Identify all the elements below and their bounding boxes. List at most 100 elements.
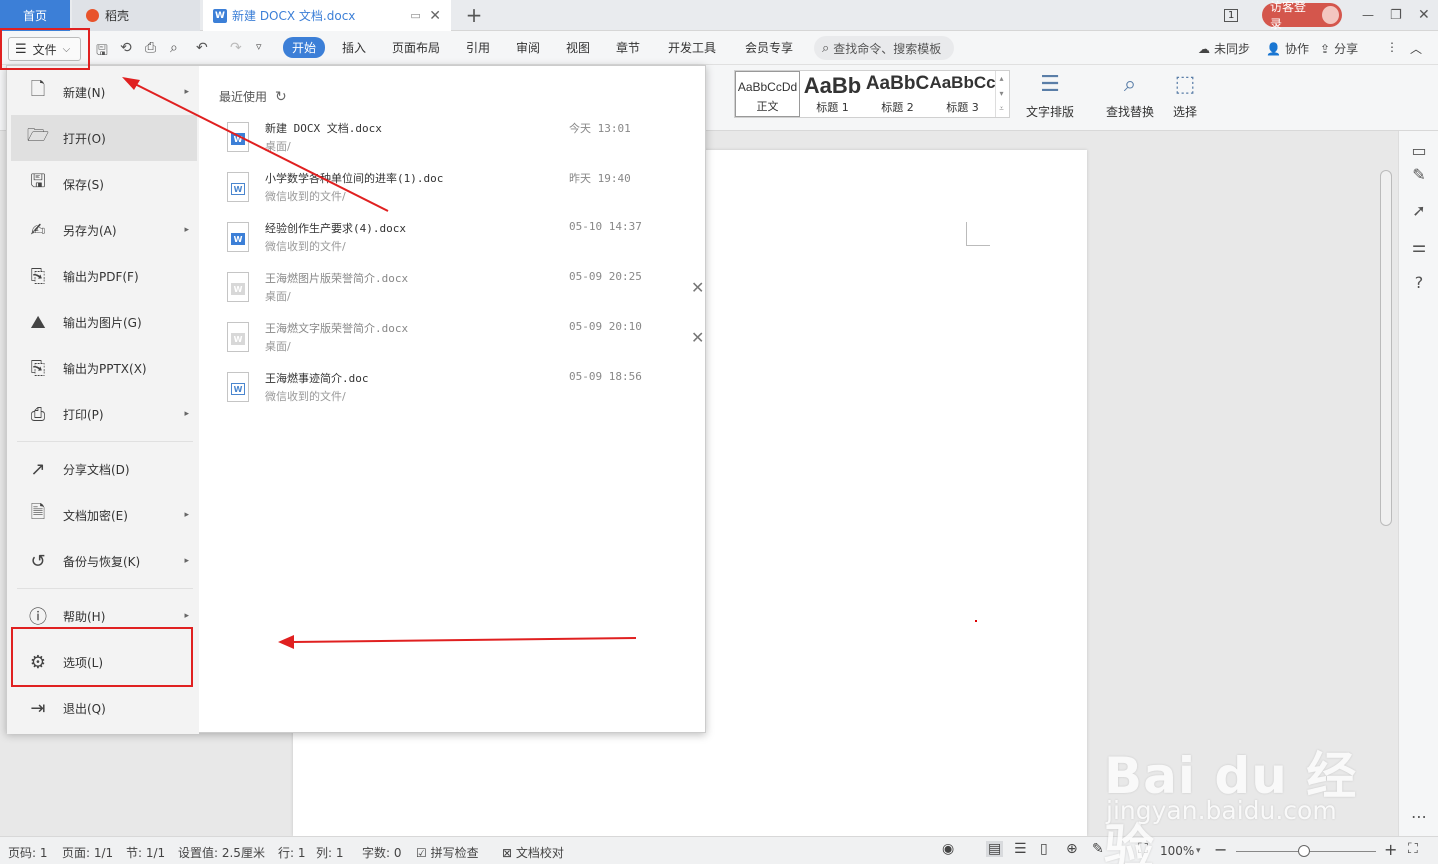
redo-icon[interactable]: ↷ bbox=[230, 40, 242, 56]
tab-close-button[interactable]: ✕ bbox=[429, 8, 441, 24]
tab-daoke[interactable]: 稻壳 bbox=[72, 0, 200, 31]
close-window-button[interactable]: ✕ bbox=[1418, 0, 1434, 30]
style-heading-2[interactable]: AaBbC 标题 2 bbox=[865, 71, 930, 117]
find-replace-button[interactable]: ⌕ 查找替换 bbox=[1106, 71, 1154, 120]
recent-file-item[interactable]: W 王海燃文字版荣誉简介.docx 桌面/ 05-09 20:10 ✕ bbox=[223, 316, 704, 362]
print-preview-icon[interactable]: ⌕ bbox=[170, 40, 178, 56]
restore-button[interactable]: ❐ bbox=[1390, 0, 1406, 30]
tab-developer[interactable]: 开发工具 bbox=[668, 39, 716, 56]
monitor-icon[interactable]: ▭ bbox=[410, 9, 420, 22]
pointer-icon[interactable]: ➚ bbox=[1409, 201, 1429, 220]
status-section[interactable]: 节: 1/1 bbox=[126, 844, 165, 861]
pen-icon[interactable]: ✎ bbox=[1409, 165, 1429, 184]
recent-file-item[interactable]: W 王海燃事迹简介.doc 微信收到的文件/ 05-09 18:56 bbox=[223, 366, 701, 412]
select-button[interactable]: ⬚ 选择 bbox=[1173, 71, 1197, 120]
new-doc-icon: 🗋 bbox=[30, 79, 46, 100]
status-col[interactable]: 列: 1 bbox=[316, 844, 344, 861]
command-search-input[interactable]: ⌕ 查找命令、搜索模板 bbox=[814, 36, 954, 60]
reading-view-icon[interactable]: ▯ bbox=[1040, 841, 1048, 857]
styles-scroll[interactable]: ▴ ▾ ⩡ bbox=[995, 71, 1007, 117]
menu-item-share-doc[interactable]: ↗ 分享文档(D) bbox=[11, 446, 197, 492]
menu-item-save[interactable]: 🖫 保存(S) bbox=[11, 161, 197, 207]
spell-check-button[interactable]: ☑ 拼写检查 bbox=[416, 844, 479, 861]
new-tab-button[interactable]: + bbox=[462, 4, 486, 26]
scrollbar-thumb[interactable] bbox=[1380, 170, 1392, 526]
outline-view-icon[interactable]: ☰ bbox=[1014, 841, 1027, 857]
menu-item-open[interactable]: 🗁 打开(O) bbox=[11, 115, 197, 161]
word-file-icon: W bbox=[227, 372, 249, 402]
quick-print-icon[interactable]: ⎙ bbox=[145, 40, 156, 56]
menu-item-encrypt[interactable]: 🗎 文档加密(E) ▸ bbox=[11, 492, 197, 538]
style-heading-2-sample: AaBbC bbox=[865, 73, 930, 94]
style-heading-3[interactable]: AaBbCc 标题 3 bbox=[930, 71, 995, 117]
remove-recent-button[interactable]: ✕ bbox=[691, 278, 704, 297]
menu-item-print[interactable]: ⎙ 打印(P) ▸ bbox=[11, 391, 197, 437]
tab-view[interactable]: 视图 bbox=[566, 39, 590, 56]
undo-icon[interactable]: ↶ bbox=[196, 40, 208, 56]
minimize-button[interactable]: — bbox=[1362, 0, 1378, 30]
tab-start[interactable]: 开始 bbox=[283, 37, 326, 58]
recent-file-item[interactable]: W 小学数学各种单位间的进率(1).doc 微信收到的文件/ 昨天 19:40 bbox=[223, 166, 701, 212]
tab-member[interactable]: 会员专享 bbox=[745, 39, 793, 56]
page-count-indicator[interactable]: 1 bbox=[1224, 0, 1246, 30]
menu-item-label: 输出为PDF(F) bbox=[63, 269, 139, 284]
more-options-icon[interactable]: ⋮ bbox=[1386, 40, 1398, 54]
menu-item-label: 备份与恢复(K) bbox=[63, 554, 141, 569]
recent-file-name: 王海燃图片版荣誉简介.docx bbox=[265, 272, 409, 285]
tab-document[interactable]: W 新建 DOCX 文档.docx ▭ ✕ bbox=[203, 0, 451, 31]
tab-review[interactable]: 审阅 bbox=[516, 39, 540, 56]
vertical-scrollbar[interactable] bbox=[1378, 134, 1394, 834]
tab-chapter[interactable]: 章节 bbox=[616, 39, 640, 56]
status-setting[interactable]: 设置值: 2.5厘米 bbox=[178, 844, 265, 861]
writing-view-icon[interactable]: ✎ bbox=[1092, 841, 1104, 857]
style-heading-1[interactable]: AaBb 标题 1 bbox=[800, 71, 865, 117]
page-view-icon[interactable]: ▤ bbox=[986, 841, 1004, 857]
quick-save-icon[interactable]: 🖫 bbox=[96, 40, 108, 64]
scroll-down-icon[interactable]: ▾ bbox=[999, 89, 1003, 98]
menu-item-export-pdf[interactable]: ⎘ 输出为PDF(F) bbox=[11, 253, 197, 299]
tab-references[interactable]: 引用 bbox=[466, 39, 490, 56]
style-normal[interactable]: AaBbCcDd 正文 bbox=[735, 71, 800, 117]
zoom-in-button[interactable]: + bbox=[1384, 840, 1397, 859]
menu-item-exit[interactable]: ⇥ 退出(Q) bbox=[11, 685, 197, 731]
eye-icon[interactable]: ◉ bbox=[942, 841, 954, 857]
submenu-arrow-icon: ▸ bbox=[184, 611, 189, 621]
menu-item-save-as[interactable]: ✍ 另存为(A) ▸ bbox=[11, 207, 197, 253]
menu-item-backup[interactable]: ↺ 备份与恢复(K) ▸ bbox=[11, 538, 197, 584]
menu-item-new[interactable]: 🗋 新建(N) ▸ bbox=[11, 69, 197, 115]
text-layout-button[interactable]: ☰ 文字排版 bbox=[1026, 71, 1074, 120]
web-view-icon[interactable]: ⊕ bbox=[1066, 841, 1078, 857]
status-pages[interactable]: 页面: 1/1 bbox=[62, 844, 113, 861]
recent-file-item[interactable]: W 经验创作生产要求(4).docx 微信收到的文件/ 05-10 14:37 bbox=[223, 216, 701, 262]
status-words[interactable]: 字数: 0 bbox=[362, 844, 402, 861]
fullscreen-icon[interactable]: ⛶ bbox=[1408, 841, 1418, 857]
more-icon[interactable]: ⋯ bbox=[1409, 807, 1429, 826]
refresh-icon[interactable]: ↻ bbox=[275, 89, 287, 105]
tab-insert[interactable]: 插入 bbox=[342, 39, 366, 56]
status-page-no[interactable]: 页码: 1 bbox=[8, 844, 48, 861]
recent-file-item[interactable]: W 新建 DOCX 文档.docx 桌面/ 今天 13:01 bbox=[223, 116, 701, 162]
collapse-panel-icon[interactable]: ▭ bbox=[1409, 141, 1429, 160]
customize-quick-access-icon[interactable]: ▿ bbox=[256, 40, 262, 53]
expand-styles-icon[interactable]: ⩡ bbox=[999, 104, 1004, 114]
scroll-up-icon[interactable]: ▴ bbox=[999, 74, 1003, 83]
sync-status-button[interactable]: ☁ 未同步 bbox=[1198, 40, 1250, 57]
collaborate-button[interactable]: 👤 协作 bbox=[1266, 40, 1309, 57]
page-count-label: 1 bbox=[1224, 8, 1239, 22]
menu-item-export-pptx[interactable]: ⎘ 输出为PPTX(X) bbox=[11, 345, 197, 391]
recent-file-time: 05-09 18:56 bbox=[569, 370, 642, 383]
sliders-icon[interactable]: ⚌ bbox=[1409, 237, 1429, 256]
help-circle-icon[interactable]: ? bbox=[1409, 273, 1429, 292]
format-painter-icon[interactable]: ⟲ bbox=[120, 40, 132, 56]
guest-login-button[interactable]: 访客登录 bbox=[1262, 0, 1342, 31]
menu-item-export-image[interactable]: ⛰ 输出为图片(G) bbox=[11, 299, 197, 345]
remove-recent-button[interactable]: ✕ bbox=[691, 328, 704, 347]
recent-file-item[interactable]: W 王海燃图片版荣誉简介.docx 桌面/ 05-09 20:25 ✕ bbox=[223, 266, 704, 312]
tab-page-layout[interactable]: 页面布局 bbox=[392, 39, 440, 56]
word-file-icon: W bbox=[227, 272, 249, 302]
doc-proof-button[interactable]: ⊠ 文档校对 bbox=[502, 844, 564, 861]
share-button[interactable]: ⇪ 分享 bbox=[1320, 40, 1358, 57]
tab-home[interactable]: 首页 bbox=[0, 0, 70, 31]
collapse-ribbon-icon[interactable]: ︿ bbox=[1410, 40, 1422, 57]
status-row[interactable]: 行: 1 bbox=[278, 844, 306, 861]
